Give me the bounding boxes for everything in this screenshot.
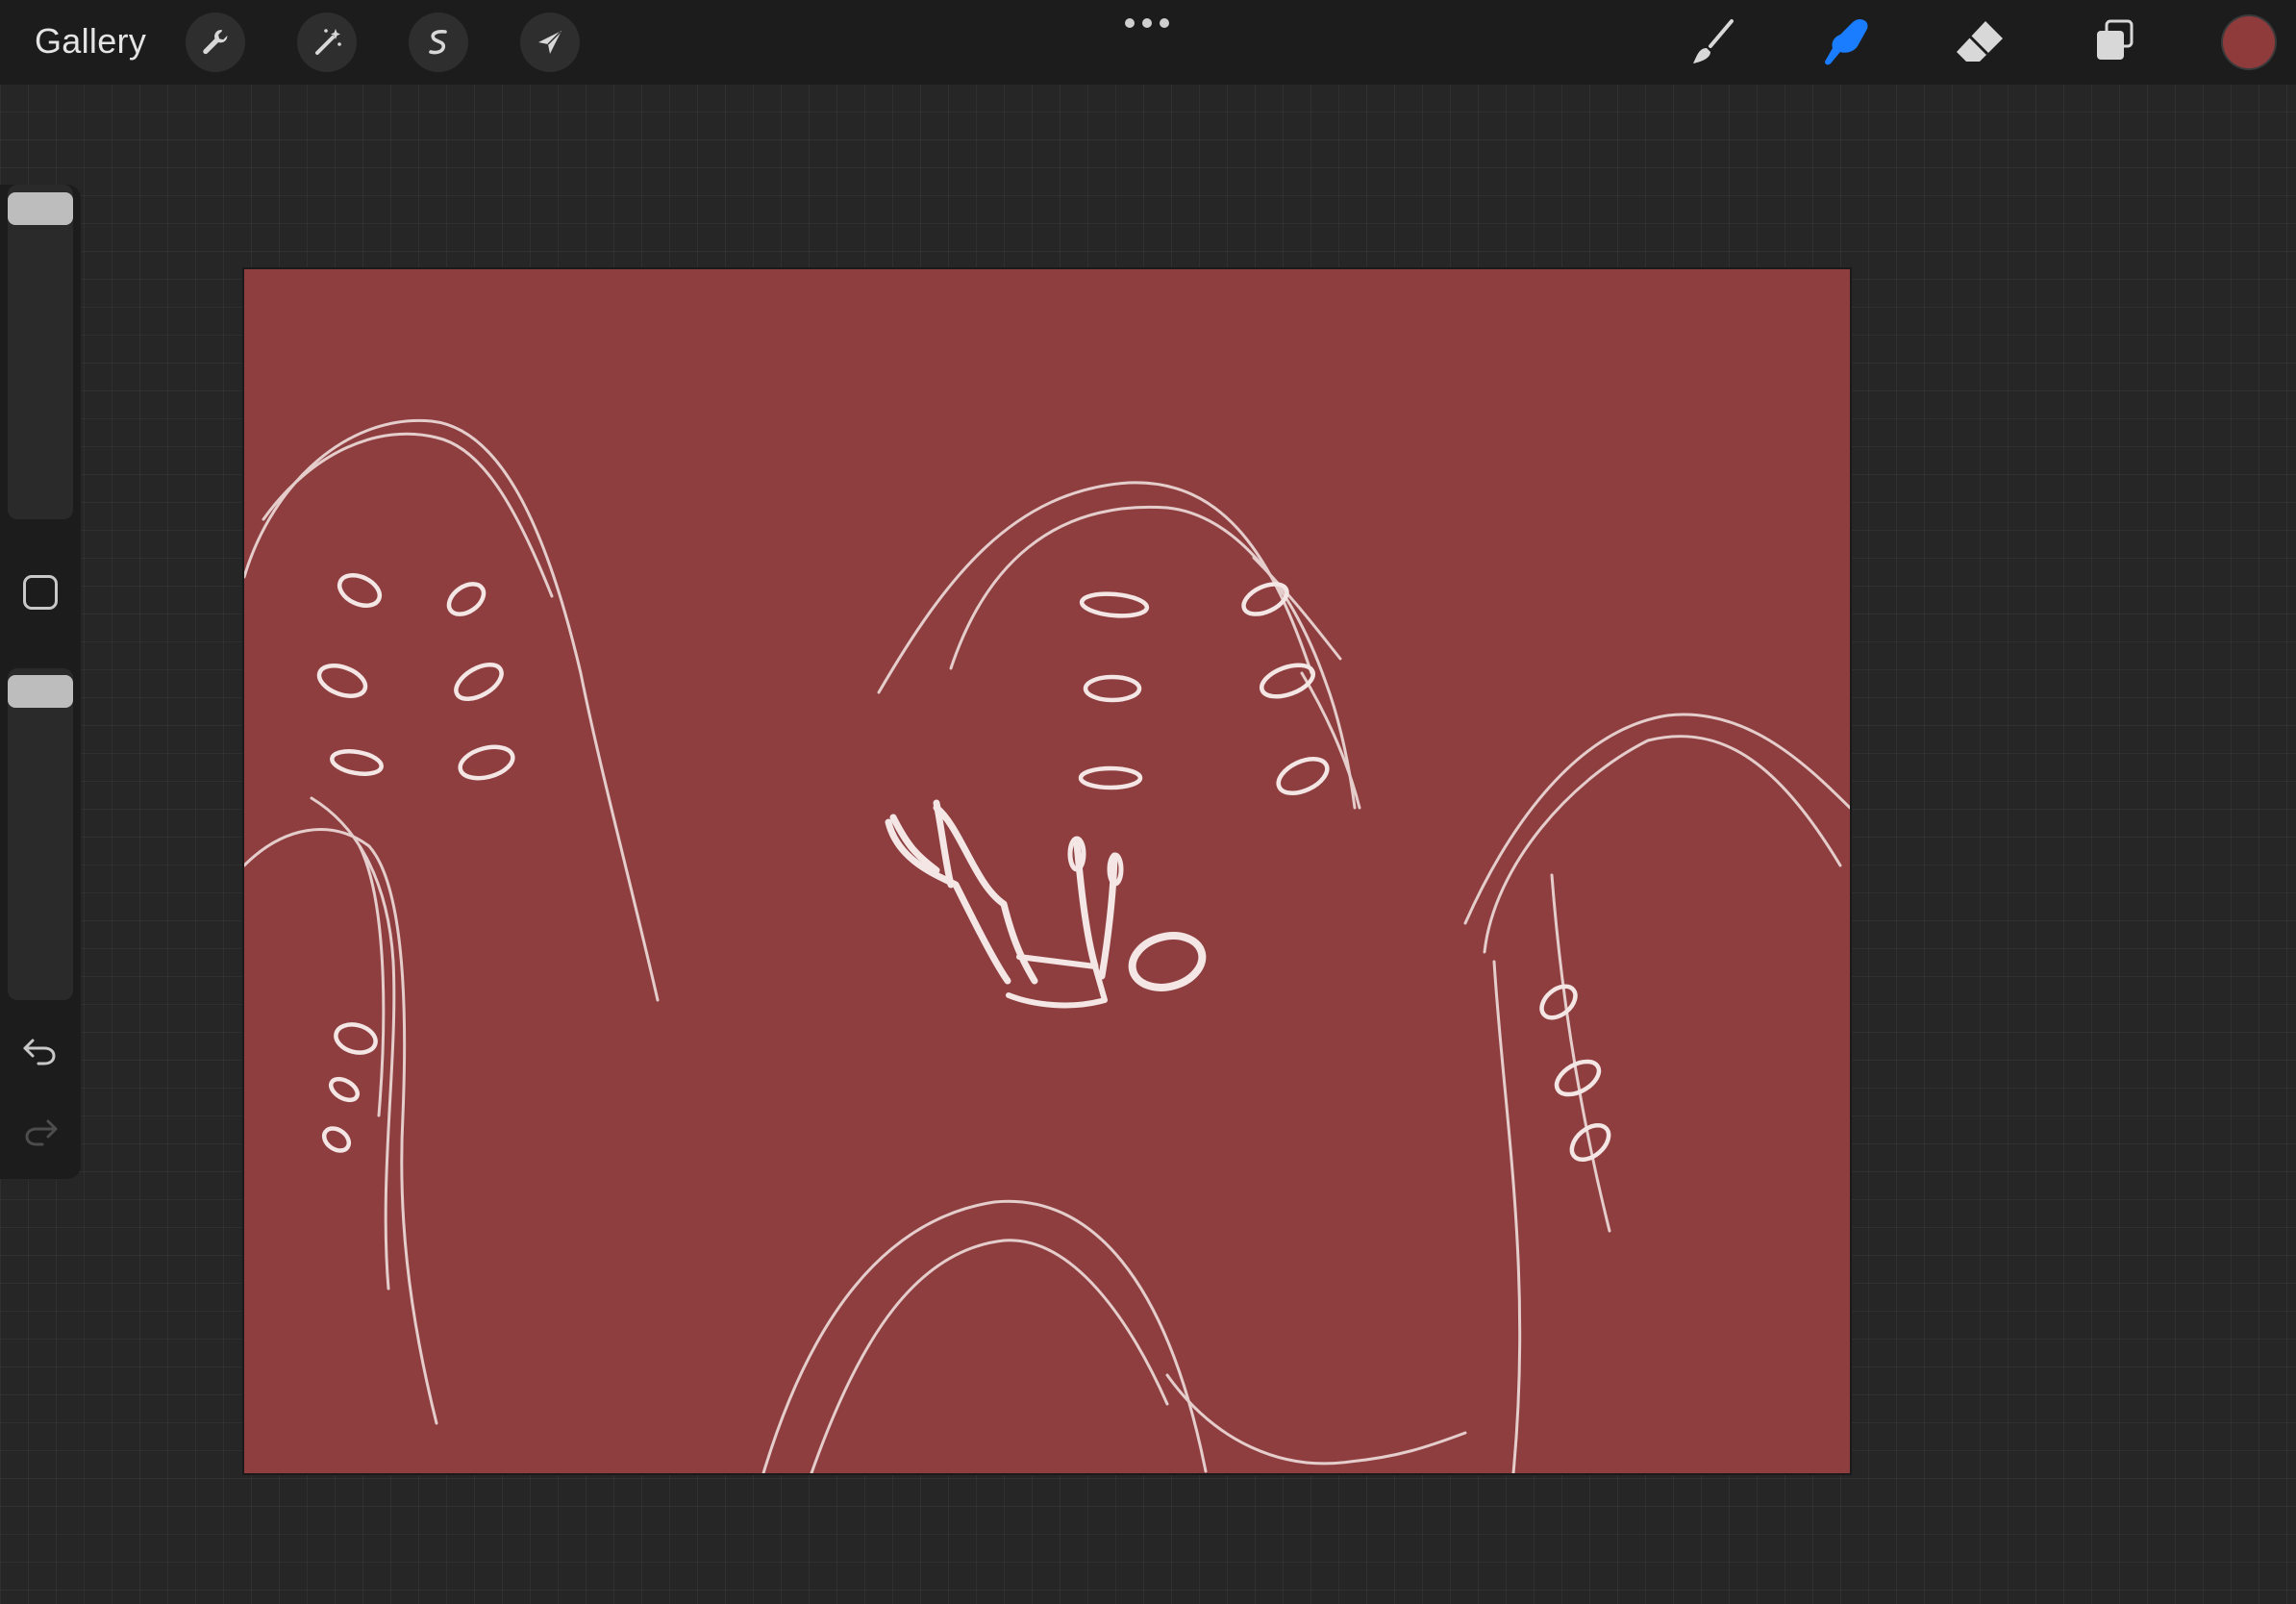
layers-icon bbox=[2097, 19, 2134, 60]
top-toolbar: Gallery bbox=[0, 0, 2296, 85]
opacity-thumb[interactable] bbox=[8, 675, 73, 708]
drawing-canvas[interactable] bbox=[244, 269, 1850, 1473]
redo-icon[interactable] bbox=[19, 1110, 62, 1152]
sidebar bbox=[0, 185, 81, 1179]
actions-button[interactable] bbox=[186, 13, 245, 72]
selection-button[interactable] bbox=[409, 13, 468, 72]
layers-button[interactable] bbox=[2083, 13, 2146, 71]
eraser-icon bbox=[1957, 21, 2003, 62]
gallery-button[interactable]: Gallery bbox=[35, 19, 146, 63]
brush-size-thumb[interactable] bbox=[8, 192, 73, 225]
arrow-cursor-icon bbox=[538, 31, 562, 54]
wrench-icon bbox=[203, 30, 228, 55]
opacity-slider[interactable] bbox=[8, 668, 73, 1000]
brush-icon bbox=[1693, 19, 1734, 63]
brush-size-slider[interactable] bbox=[8, 185, 73, 519]
more-menu-button[interactable] bbox=[1125, 12, 1169, 35]
undo-icon[interactable] bbox=[19, 1029, 62, 1071]
smudge-tool-button[interactable] bbox=[1814, 13, 1878, 71]
sketch-strokes bbox=[244, 418, 1850, 1473]
more-dots-icon bbox=[1125, 18, 1135, 28]
smudge-finger-icon bbox=[1825, 19, 1868, 65]
magic-wand-icon bbox=[315, 29, 341, 55]
adjustments-button[interactable] bbox=[297, 13, 357, 72]
color-picker-button[interactable] bbox=[2223, 16, 2275, 68]
modify-button[interactable] bbox=[23, 575, 58, 610]
eraser-tool-button[interactable] bbox=[1948, 13, 2011, 71]
brush-tool-button[interactable] bbox=[1681, 13, 1744, 71]
selection-s-icon bbox=[429, 30, 447, 55]
transform-button[interactable] bbox=[520, 13, 580, 72]
